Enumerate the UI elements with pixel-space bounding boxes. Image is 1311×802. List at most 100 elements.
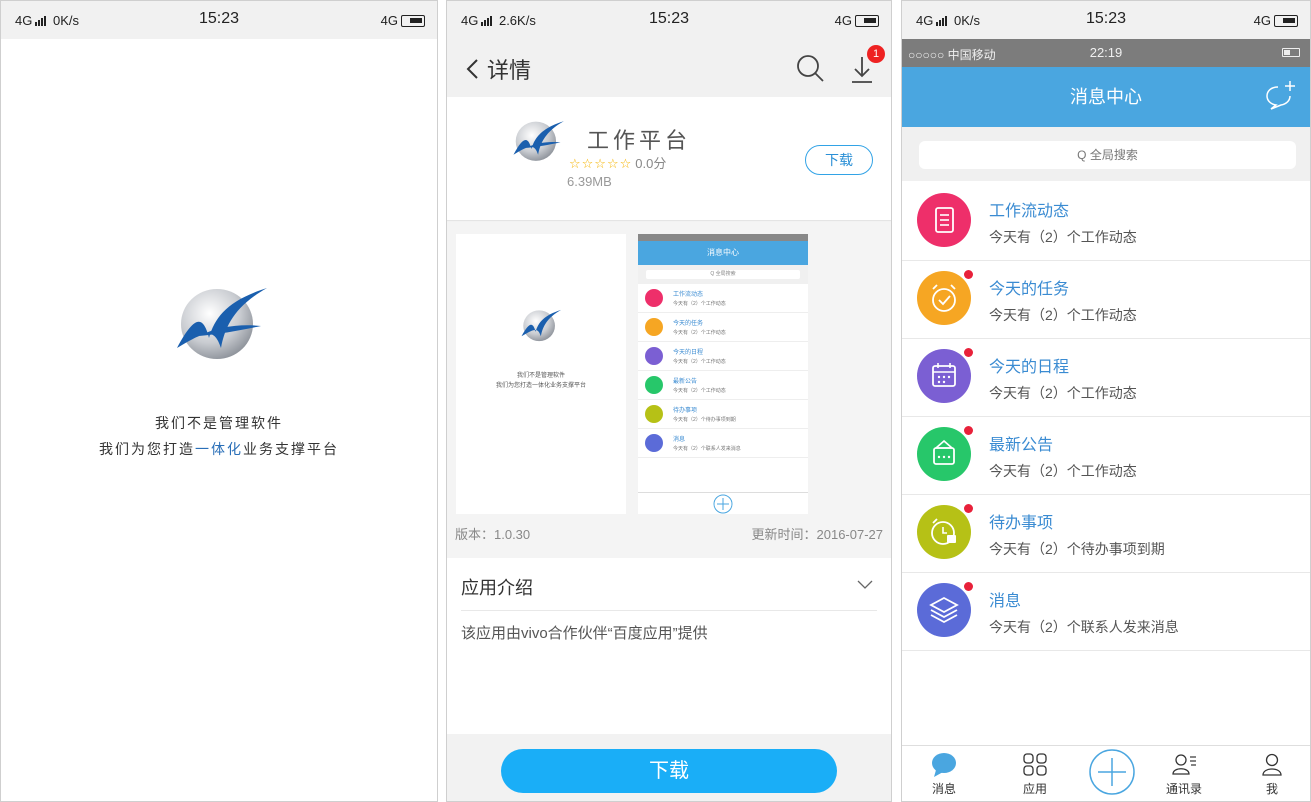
status-bar: 4G 0K/s 15:23 4G — [902, 1, 1310, 39]
slogan-line-1: 我们不是管理软件 — [155, 415, 283, 431]
tab-label: 我 — [1265, 782, 1278, 796]
alarm-clock-avatar — [917, 505, 971, 559]
rating-stars: ☆☆☆☆☆ 0.0分 — [569, 153, 666, 172]
item-subtitle: 今天有（2）个待办事项到期 — [989, 541, 1165, 557]
app-info-card: 工作平台 ☆☆☆☆☆ 0.0分 6.39MB 下载 — [447, 97, 891, 221]
updated-text: 更新时间：2016-07-27 — [751, 527, 884, 542]
list-item[interactable]: 最新公告今天有（2）个工作动态 — [902, 417, 1310, 495]
chevron-left-icon — [466, 59, 478, 79]
notification-badge: 1 — [867, 45, 885, 63]
status-bar: 4G 0K/s 15:23 4G — [1, 1, 437, 39]
mini-tabbar — [638, 492, 808, 514]
divider — [461, 610, 877, 611]
tab-label: 消息 — [931, 782, 956, 796]
alarm-clock-icon — [931, 518, 956, 545]
item-subtitle: 今天有（2）个工作动态 — [989, 463, 1137, 479]
screenshot-message-center[interactable]: 消息中心 Q 全局搜索 工作流动态 今天有（2）个工作动态 今天的任务 今天有（2）个… — [638, 234, 808, 514]
mini-plus-circle-icon — [713, 494, 733, 514]
mini-list-item: 待办事项今天有（2）个待办事项到期 — [638, 400, 808, 429]
item-title: 今天的任务 — [989, 281, 1070, 298]
page-title: 详情 — [487, 58, 532, 83]
list-item[interactable]: 今天的日程 今天有（2）个工作动态 — [902, 339, 1310, 417]
app-size: 6.39MB — [567, 174, 612, 189]
global-search-input[interactable]: Q 全局搜索 — [919, 141, 1296, 169]
item-title: 工作流动态 — [989, 203, 1070, 220]
alarm-check-icon — [932, 284, 956, 312]
list-item[interactable]: 消息 今天有（2）个联系人发来消息 — [902, 573, 1310, 651]
item-subtitle: 今天有（2）个工作动态 — [989, 385, 1137, 401]
slogan-post: 业务支撑平台 — [243, 441, 339, 457]
document-avatar — [917, 193, 971, 247]
network-type-right: 4G — [1253, 13, 1271, 28]
intro-title: 应用介绍 — [461, 578, 533, 598]
version-text: 版本：1.0.30 — [455, 527, 531, 542]
splash-screen: 4G 0K/s 15:23 4G 我们不是管理软件 我们为您打造一体化业务支撑平… — [0, 0, 438, 802]
mini-title: 消息 — [673, 437, 686, 443]
page-title: 消息中心 — [1070, 87, 1142, 107]
search-icon[interactable] — [795, 53, 825, 83]
mini-search-area: Q 全局搜索 — [638, 265, 808, 284]
item-title: 待办事项 — [989, 515, 1054, 532]
list-item[interactable]: 待办事项今天有（2）个待办事项到期 — [902, 495, 1310, 573]
new-chat-icon[interactable] — [1264, 79, 1296, 111]
mini-slogan-2: 我们为您打造一体化业务支撑平台 — [495, 383, 586, 389]
rating-value: 0.0分 — [635, 156, 667, 171]
tab-messages[interactable]: 消息 — [914, 752, 974, 797]
screenshot-splash[interactable]: 我们不是管理软件 我们为您打造一体化业务支撑平台 — [456, 234, 626, 514]
ios-status-bar: ○○○○○ 中国移动 22:19 — [902, 39, 1310, 67]
unread-dot — [964, 348, 973, 357]
tab-me[interactable]: 我 — [1242, 752, 1302, 797]
mini-header: 消息中心 — [638, 241, 808, 265]
mini-avatar — [645, 347, 663, 365]
list-item[interactable]: 今天的任务 今天有（2）个工作动态 — [902, 261, 1310, 339]
search-area: Q 全局搜索 — [902, 127, 1310, 181]
tab-apps[interactable]: 应用 — [1005, 752, 1065, 797]
slogan-highlight: 一体化 — [195, 441, 243, 457]
battery-icon — [855, 14, 879, 27]
clock: 15:23 — [1085, 10, 1127, 27]
plus-circle-icon — [1089, 749, 1135, 795]
app-logo-mini — [521, 309, 562, 342]
tab-bar: 消息 应用 通讯录 我 — [902, 745, 1310, 801]
clock: 15:23 — [648, 10, 690, 27]
mini-title: 今天的日程 — [673, 350, 704, 356]
network-type-right: 4G — [834, 13, 852, 28]
mini-list-item: 今天的任务 今天有（2）个工作动态 — [638, 313, 808, 342]
mini-avatar — [645, 318, 663, 336]
alarm-check-avatar — [917, 271, 971, 325]
announcement-icon — [933, 439, 955, 465]
mini-list-item: 工作流动态 今天有（2）个工作动态 — [638, 284, 808, 313]
mini-subtitle: 今天有（2）个联系人发来消息 — [673, 446, 741, 452]
document-icon — [935, 207, 954, 233]
mini-avatar — [645, 405, 663, 423]
intro-text: 该应用由vivo合作伙伴“百度应用”提供 — [461, 625, 708, 642]
list-item[interactable]: 工作流动态今天有（2）个工作动态 — [902, 183, 1310, 261]
mini-title: 待办事项 — [673, 408, 698, 414]
tab-label: 通讯录 — [1165, 782, 1202, 796]
mini-subtitle: 今天有（2）个待办事项到期 — [673, 417, 736, 423]
item-subtitle: 今天有（2）个联系人发来消息 — [989, 619, 1179, 635]
mini-subtitle: 今天有（2）个工作动态 — [673, 330, 726, 336]
mini-slogan-1: 我们不是管理软件 — [516, 373, 565, 379]
tab-add[interactable] — [1082, 748, 1142, 798]
screenshots-section: 我们不是管理软件 我们为您打造一体化业务支撑平台 消息中心 Q 全局搜索 工作流… — [447, 222, 891, 558]
mini-list-item: 最新公告 今天有（2）个工作动态 — [638, 371, 808, 400]
mini-title: 最新公告 — [673, 379, 698, 385]
tab-contacts[interactable]: 通讯录 — [1154, 752, 1214, 797]
star-icons: ☆☆☆☆☆ — [569, 156, 633, 171]
mini-list-item: 今天的日程 今天有（2）个工作动态 — [638, 342, 808, 371]
chat-bubble-icon — [932, 753, 956, 777]
item-subtitle: 今天有（2）个工作动态 — [989, 229, 1137, 245]
back-button[interactable]: 详情 — [465, 53, 531, 85]
download-button[interactable]: 下载 — [501, 749, 837, 793]
mini-avatar — [645, 289, 663, 307]
mini-avatar — [645, 434, 663, 452]
message-center-header: 消息中心 — [902, 67, 1310, 127]
app-name: 工作平台 — [587, 128, 692, 153]
download-manager-button[interactable]: 1 — [849, 45, 885, 85]
unread-dot — [964, 426, 973, 435]
item-title: 最新公告 — [989, 437, 1054, 454]
chevron-down-icon[interactable] — [857, 576, 873, 592]
download-button-small[interactable]: 下载 — [805, 145, 873, 175]
app-detail-screen: 4G 2.6K/s 15:23 4G 详情 1 工作平台 ☆☆☆☆☆ 0.0分 6… — [446, 0, 892, 802]
